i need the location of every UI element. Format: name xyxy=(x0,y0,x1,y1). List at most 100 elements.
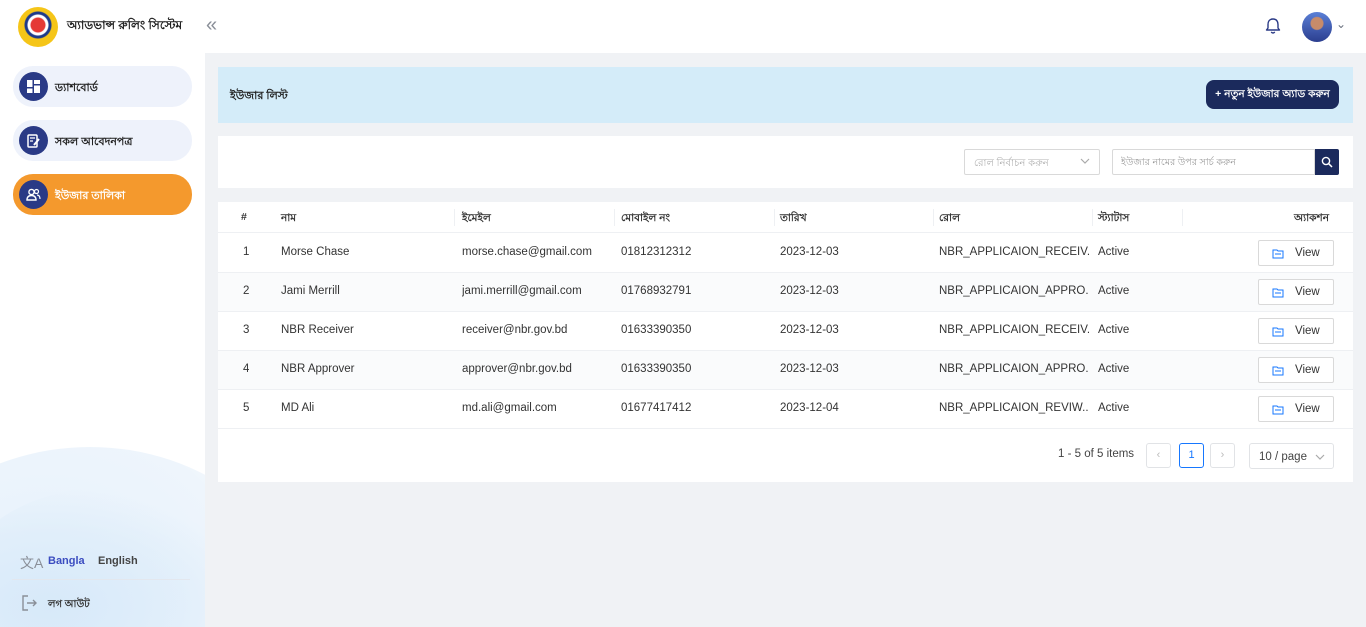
column-header-name: নাম xyxy=(281,212,297,224)
language-english[interactable]: English xyxy=(98,555,138,567)
collapse-sidebar-icon[interactable]: « xyxy=(206,14,226,38)
cell-date: 2023-12-04 xyxy=(780,402,839,414)
cell-index: 5 xyxy=(243,402,250,414)
sidebar-item-dashboard[interactable]: ড্যাশবোর্ড xyxy=(13,66,192,107)
cell-mobile: 01812312312 xyxy=(621,246,692,258)
cell-index: 3 xyxy=(243,324,250,336)
column-header-index: # xyxy=(241,211,247,223)
add-user-button[interactable]: + নতুন ইউজার অ্যাড করুন xyxy=(1206,80,1339,109)
pagination-summary: 1 - 5 of 5 items xyxy=(1058,448,1135,460)
folder-open-icon xyxy=(1272,249,1284,259)
cell-role: NBR_APPLICAION_APPRO... xyxy=(939,285,1089,297)
app-title: অ্যাডভান্স রুলিং সিস্টেম xyxy=(67,18,183,32)
table-row: 4 NBR Approver approver@nbr.gov.bd 01633… xyxy=(218,351,1353,390)
cell-role: NBR_APPLICAION_RECEIV... xyxy=(939,246,1089,258)
view-button-label: View xyxy=(1295,403,1320,415)
avatar[interactable] xyxy=(1302,12,1332,42)
cell-name: MD Ali xyxy=(281,402,315,414)
cell-date: 2023-12-03 xyxy=(780,324,839,336)
cell-index: 4 xyxy=(243,363,250,375)
cell-email: approver@nbr.gov.bd xyxy=(462,363,572,375)
filter-bar: রোল নির্বাচন করুন xyxy=(218,136,1353,188)
top-bar: অ্যাডভান্স রুলিং সিস্টেম « ⌄ xyxy=(0,0,1366,53)
cell-status: Active xyxy=(1098,285,1130,297)
logout-button[interactable]: লগ আউট xyxy=(20,594,140,614)
bell-icon[interactable] xyxy=(1263,16,1283,36)
view-button[interactable]: View xyxy=(1258,279,1334,305)
column-separator xyxy=(1092,209,1093,226)
page-header: ইউজার লিস্ট + নতুন ইউজার অ্যাড করুন xyxy=(218,67,1353,123)
column-header-date: তারিখ xyxy=(780,212,807,224)
logout-label: লগ আউট xyxy=(48,599,90,610)
folder-open-icon xyxy=(1272,405,1284,415)
search-input[interactable] xyxy=(1112,149,1315,175)
divider xyxy=(12,579,190,580)
user-table: # নাম ইমেইল মোবাইল নং তারিখ রোল স্ট্যাটা… xyxy=(218,202,1353,482)
view-button[interactable]: View xyxy=(1258,357,1334,383)
view-button-label: View xyxy=(1295,247,1320,259)
cell-mobile: 01768932791 xyxy=(621,285,692,297)
sidebar-item-users[interactable]: ইউজার তালিকা xyxy=(13,174,192,215)
cell-mobile: 01633390350 xyxy=(621,363,692,375)
page-title: ইউজার লিস্ট xyxy=(230,90,288,102)
search-icon xyxy=(1321,156,1333,168)
view-button-label: View xyxy=(1295,364,1320,376)
logout-icon xyxy=(22,595,37,611)
cell-mobile: 01677417412 xyxy=(621,402,692,414)
cell-name: Morse Chase xyxy=(281,246,350,258)
sidebar-item-label: ড্যাশবোর্ড xyxy=(55,82,98,94)
view-button[interactable]: View xyxy=(1258,318,1334,344)
column-header-action: অ্যাকশন xyxy=(1294,212,1330,224)
chevron-down-icon xyxy=(1080,158,1090,164)
page-size-value: 10 / page xyxy=(1259,451,1307,463)
table-row: 3 NBR Receiver receiver@nbr.gov.bd 01633… xyxy=(218,312,1353,351)
cell-status: Active xyxy=(1098,246,1130,258)
dashboard-icon xyxy=(19,72,48,101)
pagination-next-button[interactable]: › xyxy=(1210,443,1235,468)
table-row: 1 Morse Chase morse.chase@gmail.com 0181… xyxy=(218,234,1353,273)
cell-index: 2 xyxy=(243,285,250,297)
page-size-select[interactable]: 10 / page xyxy=(1249,443,1334,469)
view-button[interactable]: View xyxy=(1258,396,1334,422)
cell-index: 1 xyxy=(243,246,250,258)
language-bangla[interactable]: Bangla xyxy=(48,555,85,567)
cell-name: NBR Receiver xyxy=(281,324,354,336)
users-icon xyxy=(19,180,48,209)
view-button[interactable]: View xyxy=(1258,240,1334,266)
cell-status: Active xyxy=(1098,324,1130,336)
column-header-email: ইমেইল xyxy=(462,212,491,224)
view-button-label: View xyxy=(1295,286,1320,298)
sidebar-item-label: সকল আবেদনপত্র xyxy=(55,136,133,148)
search-button[interactable] xyxy=(1315,149,1339,175)
language-switcher: 文A Bangla English xyxy=(20,551,190,575)
cell-status: Active xyxy=(1098,363,1130,375)
pagination-prev-button[interactable]: ‹ xyxy=(1146,443,1171,468)
column-separator xyxy=(933,209,934,226)
sidebar-item-applications[interactable]: সকল আবেদনপত্র xyxy=(13,120,192,161)
cell-role: NBR_APPLICAION_RECEIV... xyxy=(939,324,1089,336)
column-separator xyxy=(1182,209,1183,226)
table-row: 5 MD Ali md.ali@gmail.com 01677417412 20… xyxy=(218,390,1353,429)
column-header-role: রোল xyxy=(939,212,960,224)
folder-open-icon xyxy=(1272,327,1284,337)
chevron-down-icon xyxy=(1315,454,1325,460)
cell-email: md.ali@gmail.com xyxy=(462,402,557,414)
cell-date: 2023-12-03 xyxy=(780,285,839,297)
sidebar-item-label: ইউজার তালিকা xyxy=(55,190,126,202)
column-header-status: স্ট্যাটাস xyxy=(1098,212,1130,224)
role-select[interactable]: রোল নির্বাচন করুন xyxy=(964,149,1100,175)
cell-role: NBR_APPLICAION_APPRO... xyxy=(939,363,1089,375)
folder-open-icon xyxy=(1272,288,1284,298)
chevron-down-icon[interactable]: ⌄ xyxy=(1336,17,1346,31)
view-button-label: View xyxy=(1295,325,1320,337)
document-edit-icon xyxy=(19,126,48,155)
folder-open-icon xyxy=(1272,366,1284,376)
translate-icon: 文A xyxy=(20,555,44,571)
pagination-page-1[interactable]: 1 xyxy=(1179,443,1204,468)
column-header-mobile: মোবাইল নং xyxy=(621,212,671,224)
cell-email: receiver@nbr.gov.bd xyxy=(462,324,568,336)
column-separator xyxy=(774,209,775,226)
cell-date: 2023-12-03 xyxy=(780,246,839,258)
cell-name: Jami Merrill xyxy=(281,285,340,297)
cell-email: jami.merrill@gmail.com xyxy=(462,285,582,297)
